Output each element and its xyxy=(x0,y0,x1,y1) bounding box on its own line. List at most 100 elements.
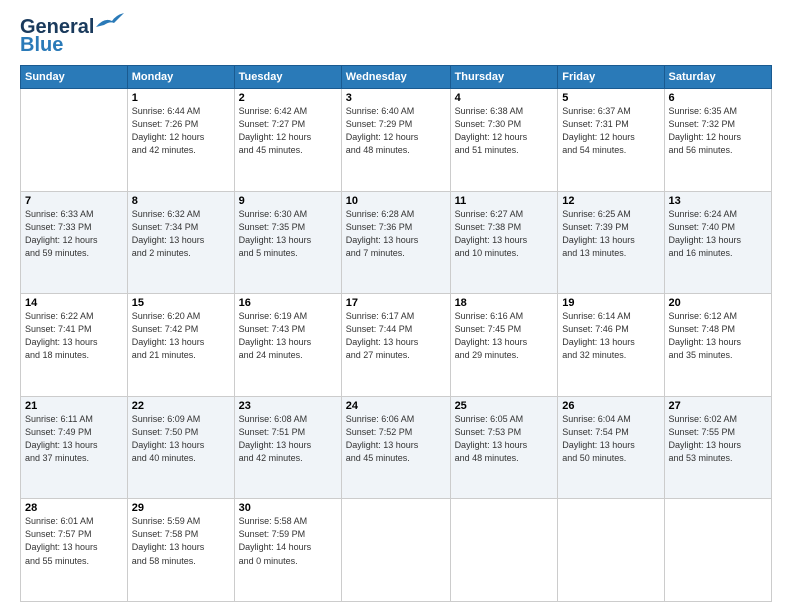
day-number: 20 xyxy=(669,297,767,309)
day-number: 2 xyxy=(239,92,337,104)
day-number: 14 xyxy=(25,297,123,309)
day-number: 7 xyxy=(25,195,123,207)
day-info: Sunrise: 6:16 AM Sunset: 7:45 PM Dayligh… xyxy=(455,310,554,362)
day-info: Sunrise: 6:14 AM Sunset: 7:46 PM Dayligh… xyxy=(562,310,659,362)
day-info: Sunrise: 6:30 AM Sunset: 7:35 PM Dayligh… xyxy=(239,208,337,260)
day-number: 13 xyxy=(669,195,767,207)
calendar-cell: 27Sunrise: 6:02 AM Sunset: 7:55 PM Dayli… xyxy=(664,396,771,499)
day-number: 12 xyxy=(562,195,659,207)
col-header-sunday: Sunday xyxy=(21,66,128,89)
day-number: 4 xyxy=(455,92,554,104)
calendar-cell: 1Sunrise: 6:44 AM Sunset: 7:26 PM Daylig… xyxy=(127,89,234,192)
day-number: 10 xyxy=(346,195,446,207)
day-number: 27 xyxy=(669,400,767,412)
calendar-table: SundayMondayTuesdayWednesdayThursdayFrid… xyxy=(20,65,772,602)
day-number: 26 xyxy=(562,400,659,412)
header: General Blue xyxy=(20,16,772,57)
calendar-cell: 28Sunrise: 6:01 AM Sunset: 7:57 PM Dayli… xyxy=(21,499,128,602)
day-info: Sunrise: 6:11 AM Sunset: 7:49 PM Dayligh… xyxy=(25,413,123,465)
day-info: Sunrise: 6:32 AM Sunset: 7:34 PM Dayligh… xyxy=(132,208,230,260)
logo: General Blue xyxy=(20,16,124,57)
day-number: 18 xyxy=(455,297,554,309)
day-number: 5 xyxy=(562,92,659,104)
calendar-cell: 4Sunrise: 6:38 AM Sunset: 7:30 PM Daylig… xyxy=(450,89,558,192)
day-info: Sunrise: 6:27 AM Sunset: 7:38 PM Dayligh… xyxy=(455,208,554,260)
calendar-cell: 20Sunrise: 6:12 AM Sunset: 7:48 PM Dayli… xyxy=(664,294,771,397)
week-row-5: 28Sunrise: 6:01 AM Sunset: 7:57 PM Dayli… xyxy=(21,499,772,602)
calendar-cell: 11Sunrise: 6:27 AM Sunset: 7:38 PM Dayli… xyxy=(450,191,558,294)
day-number: 23 xyxy=(239,400,337,412)
day-info: Sunrise: 6:24 AM Sunset: 7:40 PM Dayligh… xyxy=(669,208,767,260)
day-info: Sunrise: 6:44 AM Sunset: 7:26 PM Dayligh… xyxy=(132,105,230,157)
calendar-cell: 22Sunrise: 6:09 AM Sunset: 7:50 PM Dayli… xyxy=(127,396,234,499)
day-number: 25 xyxy=(455,400,554,412)
day-number: 30 xyxy=(239,502,337,514)
day-info: Sunrise: 6:04 AM Sunset: 7:54 PM Dayligh… xyxy=(562,413,659,465)
day-number: 21 xyxy=(25,400,123,412)
calendar-cell: 26Sunrise: 6:04 AM Sunset: 7:54 PM Dayli… xyxy=(558,396,664,499)
day-number: 22 xyxy=(132,400,230,412)
calendar-cell: 17Sunrise: 6:17 AM Sunset: 7:44 PM Dayli… xyxy=(341,294,450,397)
calendar-cell: 23Sunrise: 6:08 AM Sunset: 7:51 PM Dayli… xyxy=(234,396,341,499)
day-info: Sunrise: 5:59 AM Sunset: 7:58 PM Dayligh… xyxy=(132,515,230,567)
day-info: Sunrise: 6:37 AM Sunset: 7:31 PM Dayligh… xyxy=(562,105,659,157)
logo-blue: Blue xyxy=(20,34,63,57)
calendar-cell: 2Sunrise: 6:42 AM Sunset: 7:27 PM Daylig… xyxy=(234,89,341,192)
day-info: Sunrise: 6:33 AM Sunset: 7:33 PM Dayligh… xyxy=(25,208,123,260)
calendar-cell: 10Sunrise: 6:28 AM Sunset: 7:36 PM Dayli… xyxy=(341,191,450,294)
calendar-cell xyxy=(341,499,450,602)
week-row-2: 7Sunrise: 6:33 AM Sunset: 7:33 PM Daylig… xyxy=(21,191,772,294)
calendar-cell: 29Sunrise: 5:59 AM Sunset: 7:58 PM Dayli… xyxy=(127,499,234,602)
col-header-monday: Monday xyxy=(127,66,234,89)
day-info: Sunrise: 6:12 AM Sunset: 7:48 PM Dayligh… xyxy=(669,310,767,362)
calendar-cell: 6Sunrise: 6:35 AM Sunset: 7:32 PM Daylig… xyxy=(664,89,771,192)
day-info: Sunrise: 6:42 AM Sunset: 7:27 PM Dayligh… xyxy=(239,105,337,157)
day-info: Sunrise: 6:02 AM Sunset: 7:55 PM Dayligh… xyxy=(669,413,767,465)
day-info: Sunrise: 6:05 AM Sunset: 7:53 PM Dayligh… xyxy=(455,413,554,465)
calendar-cell: 21Sunrise: 6:11 AM Sunset: 7:49 PM Dayli… xyxy=(21,396,128,499)
day-info: Sunrise: 6:28 AM Sunset: 7:36 PM Dayligh… xyxy=(346,208,446,260)
calendar-cell: 25Sunrise: 6:05 AM Sunset: 7:53 PM Dayli… xyxy=(450,396,558,499)
calendar-cell: 18Sunrise: 6:16 AM Sunset: 7:45 PM Dayli… xyxy=(450,294,558,397)
day-number: 28 xyxy=(25,502,123,514)
calendar-cell: 8Sunrise: 6:32 AM Sunset: 7:34 PM Daylig… xyxy=(127,191,234,294)
day-number: 1 xyxy=(132,92,230,104)
day-info: Sunrise: 6:17 AM Sunset: 7:44 PM Dayligh… xyxy=(346,310,446,362)
calendar-cell: 12Sunrise: 6:25 AM Sunset: 7:39 PM Dayli… xyxy=(558,191,664,294)
day-number: 17 xyxy=(346,297,446,309)
col-header-wednesday: Wednesday xyxy=(341,66,450,89)
week-row-1: 1Sunrise: 6:44 AM Sunset: 7:26 PM Daylig… xyxy=(21,89,772,192)
day-number: 16 xyxy=(239,297,337,309)
day-info: Sunrise: 6:35 AM Sunset: 7:32 PM Dayligh… xyxy=(669,105,767,157)
col-header-friday: Friday xyxy=(558,66,664,89)
col-header-thursday: Thursday xyxy=(450,66,558,89)
day-number: 8 xyxy=(132,195,230,207)
calendar-cell: 9Sunrise: 6:30 AM Sunset: 7:35 PM Daylig… xyxy=(234,191,341,294)
logo-bird-icon xyxy=(96,13,124,33)
week-row-4: 21Sunrise: 6:11 AM Sunset: 7:49 PM Dayli… xyxy=(21,396,772,499)
col-header-tuesday: Tuesday xyxy=(234,66,341,89)
calendar-cell: 13Sunrise: 6:24 AM Sunset: 7:40 PM Dayli… xyxy=(664,191,771,294)
calendar-cell: 3Sunrise: 6:40 AM Sunset: 7:29 PM Daylig… xyxy=(341,89,450,192)
calendar-header-row: SundayMondayTuesdayWednesdayThursdayFrid… xyxy=(21,66,772,89)
calendar-cell: 7Sunrise: 6:33 AM Sunset: 7:33 PM Daylig… xyxy=(21,191,128,294)
day-info: Sunrise: 6:09 AM Sunset: 7:50 PM Dayligh… xyxy=(132,413,230,465)
calendar-cell xyxy=(664,499,771,602)
calendar-cell: 30Sunrise: 5:58 AM Sunset: 7:59 PM Dayli… xyxy=(234,499,341,602)
day-info: Sunrise: 6:20 AM Sunset: 7:42 PM Dayligh… xyxy=(132,310,230,362)
page: General Blue SundayMondayTuesdayWednesda… xyxy=(0,0,792,612)
day-info: Sunrise: 6:22 AM Sunset: 7:41 PM Dayligh… xyxy=(25,310,123,362)
calendar-cell xyxy=(558,499,664,602)
day-info: Sunrise: 6:40 AM Sunset: 7:29 PM Dayligh… xyxy=(346,105,446,157)
day-number: 11 xyxy=(455,195,554,207)
day-info: Sunrise: 5:58 AM Sunset: 7:59 PM Dayligh… xyxy=(239,515,337,567)
day-number: 29 xyxy=(132,502,230,514)
day-number: 15 xyxy=(132,297,230,309)
col-header-saturday: Saturday xyxy=(664,66,771,89)
day-number: 19 xyxy=(562,297,659,309)
day-number: 9 xyxy=(239,195,337,207)
day-info: Sunrise: 6:06 AM Sunset: 7:52 PM Dayligh… xyxy=(346,413,446,465)
calendar-cell: 19Sunrise: 6:14 AM Sunset: 7:46 PM Dayli… xyxy=(558,294,664,397)
week-row-3: 14Sunrise: 6:22 AM Sunset: 7:41 PM Dayli… xyxy=(21,294,772,397)
calendar-cell xyxy=(21,89,128,192)
